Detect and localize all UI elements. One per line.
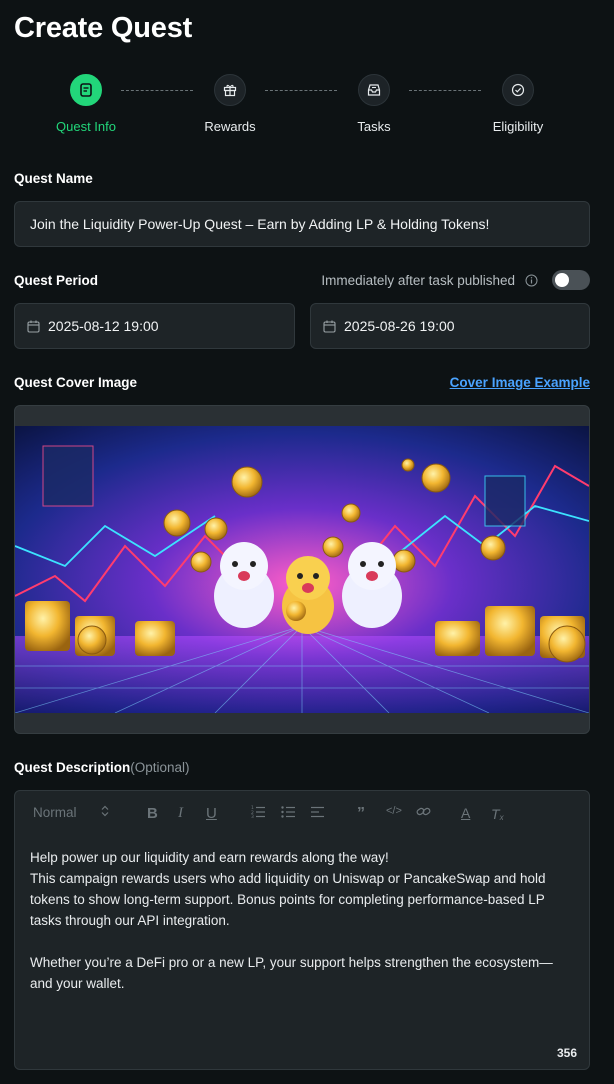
optional-tag: (Optional) (130, 760, 190, 775)
cover-image-example-link[interactable]: Cover Image Example (450, 375, 590, 390)
description-paragraph: This campaign rewards users who add liqu… (30, 871, 546, 928)
description-label-text: Quest Description (14, 760, 131, 775)
step-label: Tasks (357, 119, 391, 134)
start-date-input[interactable]: 2025-08-12 19:00 (14, 303, 295, 349)
page-title: Create Quest (14, 12, 193, 44)
publish-toggle-row: Immediately after task published (321, 270, 590, 290)
svg-text:3: 3 (251, 814, 254, 818)
ordered-list-icon[interactable]: 123 (251, 805, 265, 818)
select-arrows-icon (101, 805, 109, 820)
toggle-label: Immediately after task published (321, 272, 515, 288)
description-label: Quest Description(Optional) (14, 760, 190, 775)
step-label: Quest Info (56, 119, 116, 134)
italic-icon[interactable]: I (178, 805, 183, 822)
calendar-icon (323, 320, 336, 333)
check-badge-icon (502, 74, 534, 106)
step-quest-info[interactable]: Quest Info (31, 74, 141, 134)
bold-icon[interactable]: B (147, 805, 158, 822)
start-date-value: 2025-08-12 19:00 (48, 318, 159, 334)
text-color-icon[interactable]: A (461, 805, 470, 821)
char-counter: 356 (556, 1046, 577, 1060)
cover-image (15, 426, 589, 713)
bullet-list-icon[interactable] (281, 805, 295, 818)
document-icon (70, 74, 102, 106)
step-tasks[interactable]: Tasks (319, 74, 429, 134)
step-eligibility[interactable]: Eligibility (463, 74, 573, 134)
inbox-icon (358, 74, 390, 106)
cover-image-upload[interactable] (14, 405, 590, 734)
quest-name-label: Quest Name (14, 171, 93, 186)
description-paragraph: Help power up our liquidity and earn rew… (30, 850, 389, 865)
editor-toolbar: Normal B I U 123 ” </> A Tx (15, 791, 589, 835)
align-left-icon[interactable] (311, 805, 325, 818)
publish-toggle-switch[interactable] (552, 270, 590, 290)
step-label: Eligibility (492, 119, 544, 134)
link-icon[interactable] (416, 805, 431, 818)
quest-name-input[interactable]: Join the Liquidity Power-Up Quest – Earn… (14, 201, 590, 247)
toggle-knob (555, 273, 569, 287)
quest-period-label: Quest Period (14, 273, 99, 288)
description-content[interactable]: Help power up our liquidity and earn rew… (30, 847, 570, 994)
description-paragraph: Whether you’re a DeFi pro or a new LP, y… (30, 955, 553, 991)
info-icon[interactable] (525, 274, 538, 287)
step-label: Rewards (204, 119, 256, 134)
blockquote-icon[interactable]: ” (357, 805, 365, 823)
code-icon[interactable]: </> (386, 805, 402, 817)
quest-stepper: Quest Info Rewards Tasks Eligibility (0, 74, 614, 138)
end-date-input[interactable]: 2025-08-26 19:00 (310, 303, 590, 349)
description-editor[interactable]: Normal B I U 123 ” </> A Tx Help power u… (14, 790, 590, 1070)
quest-name-value: Join the Liquidity Power-Up Quest – Earn… (30, 216, 490, 232)
format-select-value: Normal (33, 805, 77, 820)
underline-icon[interactable]: U (206, 805, 217, 822)
step-rewards[interactable]: Rewards (175, 74, 285, 134)
end-date-value: 2025-08-26 19:00 (344, 318, 455, 334)
format-select[interactable]: Normal (33, 805, 109, 820)
clear-format-icon[interactable]: Tx (491, 805, 504, 823)
calendar-icon (27, 320, 40, 333)
gift-icon (214, 74, 246, 106)
cover-image-label: Quest Cover Image (14, 375, 138, 390)
